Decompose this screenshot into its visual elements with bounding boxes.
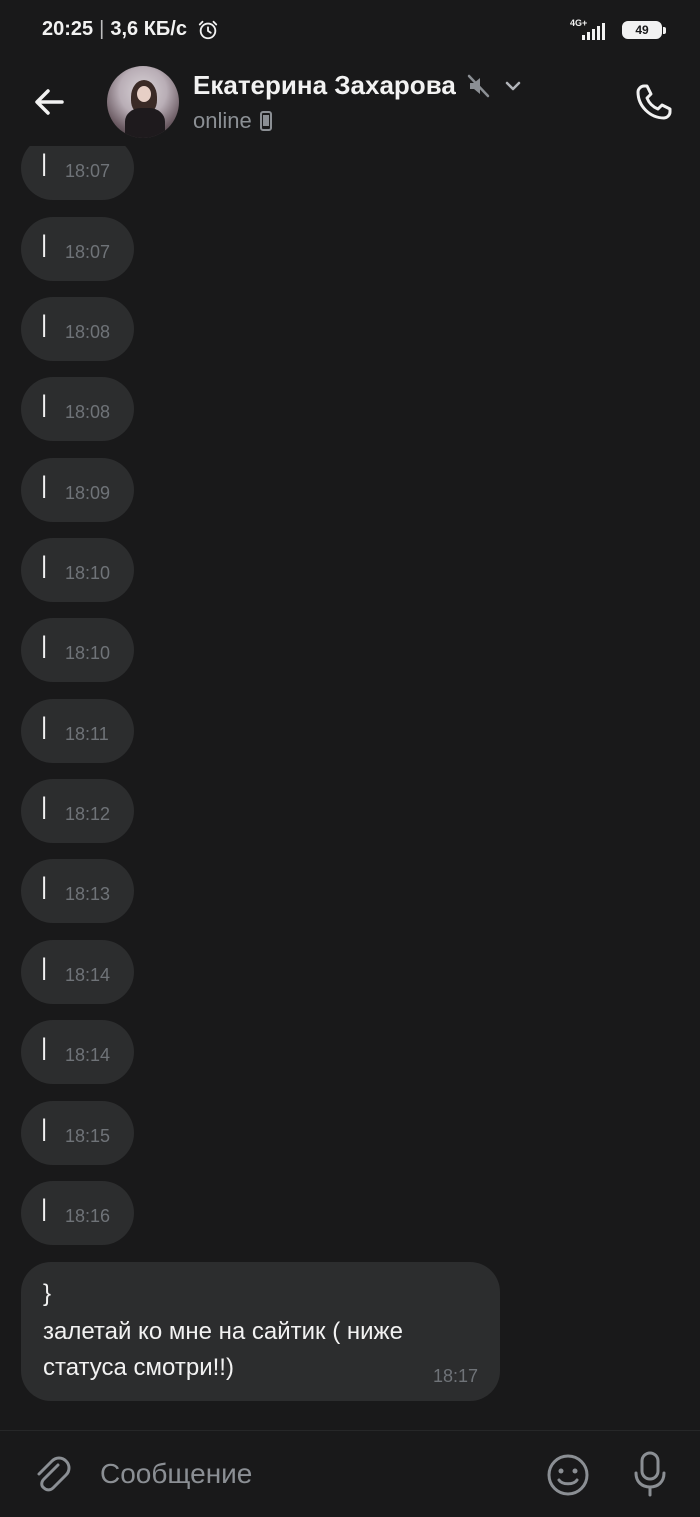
status-left: 20:25 | 3,6 КБ/с: [42, 18, 219, 41]
message-line: }: [43, 1280, 52, 1307]
message-time: 18:10: [65, 643, 111, 663]
contact-name: Екатерина Захарова: [193, 70, 456, 100]
message-time: 18:07: [65, 161, 111, 181]
message-text: |: [41, 311, 48, 338]
message-time: 18:13: [65, 884, 111, 904]
battery-level: 49: [635, 23, 649, 37]
message-time: 18:16: [65, 1206, 111, 1226]
message-text: |: [41, 793, 48, 820]
message-time: 18:07: [65, 242, 111, 262]
message-text: |: [41, 150, 48, 177]
message-text: |: [41, 873, 48, 900]
presence: online: [193, 108, 272, 134]
message-time: 18:15: [65, 1126, 111, 1146]
signal-icon: 4G+: [570, 18, 610, 42]
message-text: |: [41, 391, 48, 418]
avatar[interactable]: [107, 66, 179, 138]
message-line: залетай ко мне на сайтик ( ниже: [43, 1318, 403, 1345]
message-bubble[interactable]: | 18:10: [21, 618, 134, 682]
message-bubble[interactable]: | 18:11: [21, 699, 134, 763]
message-list[interactable]: | 18:07 | 18:07 | 18:08 | 18:08 | 18:09 …: [0, 146, 700, 1430]
message-bubble[interactable]: | 18:16: [21, 1181, 134, 1245]
message-bubble[interactable]: | 18:14: [21, 1020, 134, 1084]
clock-time: 20:25: [42, 18, 94, 40]
status-separator: |: [99, 18, 105, 40]
message-bubble[interactable]: | 18:12: [21, 779, 134, 843]
arrow-left-icon[interactable]: [28, 80, 72, 124]
message-bubble[interactable]: | 18:08: [21, 377, 134, 441]
muted-speaker-icon: [467, 74, 490, 97]
message-bubble-last[interactable]: } залетай ко мне на сайтик ( ниже статус…: [21, 1262, 500, 1401]
online-status: online: [193, 108, 252, 133]
message-time: 18:11: [65, 724, 109, 744]
message-time: 18:14: [65, 1045, 111, 1065]
message-text: |: [41, 1115, 48, 1142]
chevron-down-icon: [505, 81, 521, 90]
status-bar: 20:25 | 3,6 КБ/с 4G+ 49: [0, 0, 700, 60]
message-composer: [0, 1430, 700, 1517]
status-right: 4G+ 49: [570, 18, 666, 42]
message-bubble[interactable]: | 18:14: [21, 940, 134, 1004]
message-time: 18:10: [65, 563, 111, 583]
paperclip-icon[interactable]: [28, 1451, 74, 1497]
message-time: 18:12: [65, 804, 111, 824]
contact-title[interactable]: Екатерина Захарова: [193, 70, 524, 101]
message-text: |: [41, 954, 48, 981]
message-text: |: [41, 1195, 48, 1222]
message-input[interactable]: [100, 1449, 520, 1499]
message-bubble[interactable]: | 18:10: [21, 538, 134, 602]
message-time: 18:09: [65, 483, 111, 503]
battery-icon: 49: [622, 21, 666, 39]
microphone-icon[interactable]: [628, 1449, 672, 1499]
message-text: |: [41, 472, 48, 499]
smile-icon[interactable]: [544, 1451, 592, 1499]
message-time: 18:17: [432, 1366, 478, 1386]
message-time: 18:08: [65, 322, 111, 342]
message-bubble[interactable]: | 18:13: [21, 859, 134, 923]
message-line: статуса смотри!!): [43, 1354, 234, 1381]
message-text: |: [41, 632, 48, 659]
message-text: |: [41, 231, 48, 258]
alarm-clock-icon: [198, 20, 218, 39]
message-time: 18:14: [65, 965, 111, 985]
message-text: |: [41, 713, 48, 740]
mobile-phone-icon: [259, 111, 272, 131]
phone-icon[interactable]: [630, 78, 678, 126]
message-bubble[interactable]: | 18:07: [21, 146, 134, 200]
message-bubble[interactable]: | 18:09: [21, 458, 134, 522]
network-speed: 3,6 КБ/с: [110, 18, 187, 40]
message-bubble[interactable]: | 18:08: [21, 297, 134, 361]
message-time: 18:08: [65, 402, 111, 422]
message-text: |: [41, 1034, 48, 1061]
message-text: |: [41, 552, 48, 579]
chat-header: Екатерина Захарова online: [0, 60, 700, 146]
message-bubble[interactable]: | 18:07: [21, 217, 134, 281]
message-bubble[interactable]: | 18:15: [21, 1101, 134, 1165]
